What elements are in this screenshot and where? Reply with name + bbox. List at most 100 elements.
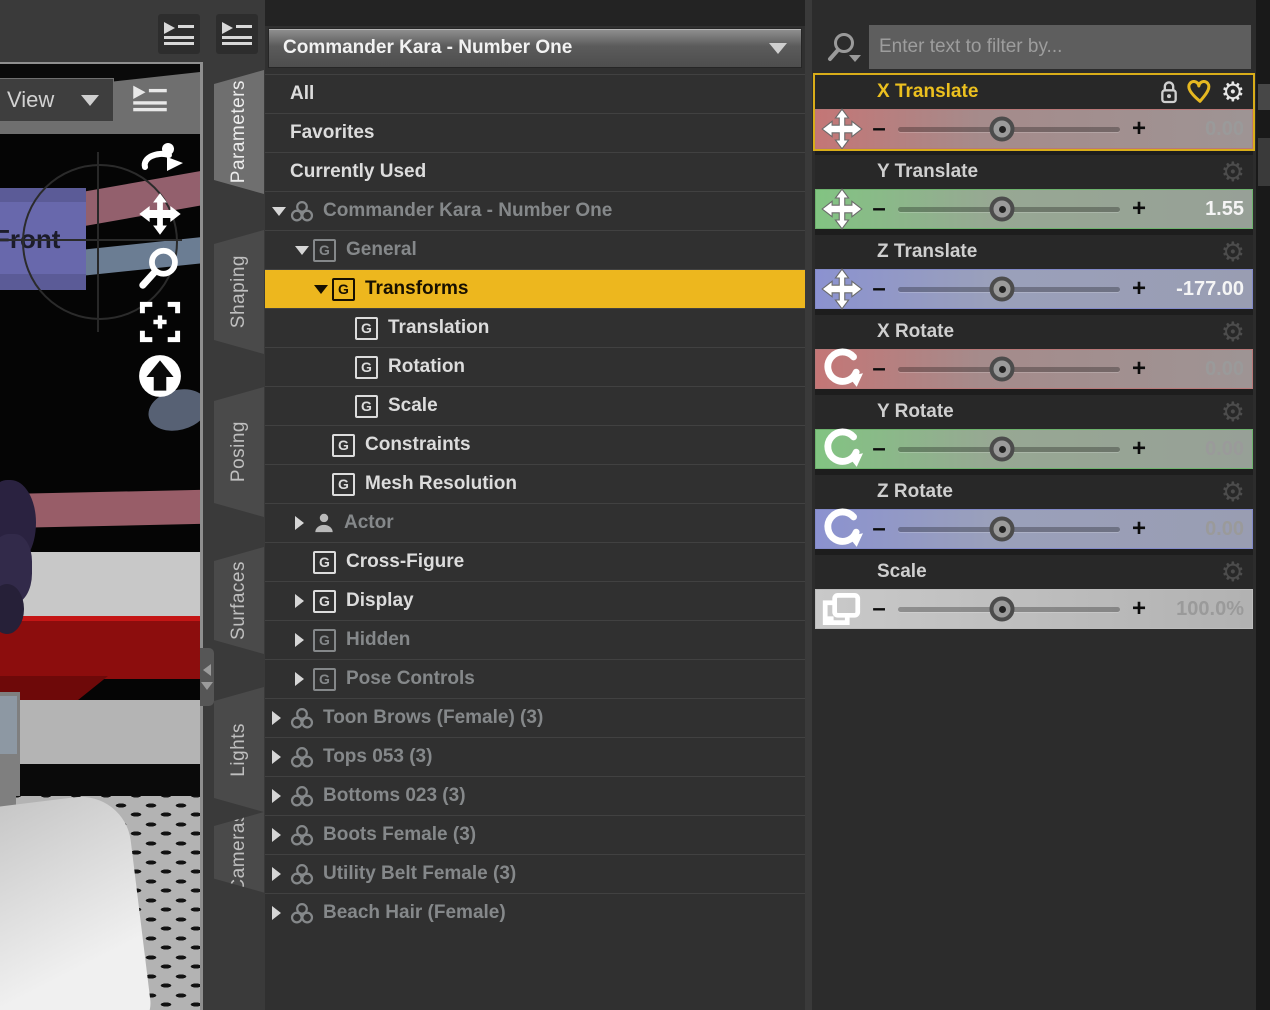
tree-row[interactable]: G Boots Female (3) — [265, 815, 805, 854]
decrement-button[interactable]: – — [868, 275, 890, 303]
pane-splitter-handle[interactable] — [200, 648, 214, 706]
slider-track[interactable] — [898, 516, 1120, 542]
expand-arrow-icon[interactable] — [295, 672, 313, 686]
expand-arrow-icon[interactable] — [272, 750, 290, 764]
parameter-value[interactable]: 0.00 — [1150, 118, 1252, 141]
tree-row[interactable]: G Currently Used — [265, 152, 805, 191]
pan-camera-icon[interactable] — [136, 190, 184, 238]
tree-row[interactable]: G Commander Kara - Number One — [265, 191, 805, 230]
expand-arrow-icon[interactable] — [272, 789, 290, 803]
slider-track[interactable] — [898, 276, 1120, 302]
tree-row[interactable]: G Translation — [265, 308, 805, 347]
expand-arrow-icon[interactable] — [295, 633, 313, 647]
tree-row[interactable]: G General — [265, 230, 805, 269]
increment-button[interactable]: + — [1128, 435, 1150, 463]
decrement-button[interactable]: – — [868, 435, 890, 463]
frame-object-icon[interactable] — [136, 298, 184, 346]
tree-row[interactable]: G Scale — [265, 386, 805, 425]
slider-handle[interactable] — [989, 356, 1015, 382]
slider-track[interactable] — [898, 356, 1120, 382]
decrement-button[interactable]: – — [868, 515, 890, 543]
favorite-heart-icon[interactable] — [1186, 80, 1214, 104]
parameter-value[interactable]: 1.55 — [1150, 198, 1252, 221]
filter-input[interactable] — [869, 25, 1251, 69]
slider-handle[interactable] — [989, 276, 1015, 302]
lock-icon[interactable] — [1159, 79, 1179, 105]
decrement-button[interactable]: – — [868, 355, 890, 383]
gear-icon[interactable]: ⚙ — [1221, 559, 1245, 586]
parameter-header[interactable]: Y Translate ⚙ — [815, 155, 1253, 189]
slider-track[interactable] — [898, 196, 1120, 222]
slider-handle[interactable] — [989, 436, 1015, 462]
tree-row[interactable]: G Constraints — [265, 425, 805, 464]
expand-arrow-icon[interactable] — [272, 867, 290, 881]
parameter-value[interactable]: 0.00 — [1150, 518, 1252, 541]
parameter-value[interactable]: 0.00 — [1150, 358, 1252, 381]
tree-row[interactable]: G Cross-Figure — [265, 542, 805, 581]
slider-track[interactable] — [898, 436, 1120, 462]
tree-row[interactable]: G Transforms — [265, 269, 805, 308]
pane-menu-button[interactable] — [216, 14, 258, 54]
pane-menu-button[interactable] — [158, 14, 200, 54]
increment-button[interactable]: + — [1128, 355, 1150, 383]
tree-row[interactable]: G Actor — [265, 503, 805, 542]
expand-arrow-icon[interactable] — [272, 828, 290, 842]
expand-arrow-icon[interactable] — [272, 711, 290, 725]
pane-tab[interactable]: Posing — [214, 387, 264, 517]
tree-row[interactable]: G Pose Controls — [265, 659, 805, 698]
parameter-value[interactable]: 100.0% — [1150, 598, 1252, 621]
pane-tab[interactable]: Lights — [214, 687, 264, 812]
tree-row[interactable]: G Toon Brows (Female) (3) — [265, 698, 805, 737]
parameter-header[interactable]: X Translate ⚙ — [815, 75, 1253, 109]
decrement-button[interactable]: – — [868, 195, 890, 223]
pane-tab[interactable]: Cameras — [214, 812, 264, 893]
expand-arrow-icon[interactable] — [295, 246, 313, 255]
node-selector-dropdown[interactable]: Commander Kara - Number One — [268, 28, 802, 68]
parameter-header[interactable]: Z Translate ⚙ — [815, 235, 1253, 269]
pane-tab[interactable]: Parameters — [214, 70, 264, 194]
tree-row[interactable]: G Tops 053 (3) — [265, 737, 805, 776]
view-selector-dropdown[interactable]: View — [0, 78, 114, 122]
decrement-button[interactable]: – — [868, 115, 890, 143]
tree-row[interactable]: G Utility Belt Female (3) — [265, 854, 805, 893]
expand-arrow-icon[interactable] — [272, 207, 290, 216]
parameter-header[interactable]: Scale ⚙ — [815, 555, 1253, 589]
gear-icon[interactable]: ⚙ — [1221, 319, 1245, 346]
expand-arrow-icon[interactable] — [295, 516, 313, 530]
slider-track[interactable] — [898, 116, 1120, 142]
parameter-header[interactable]: Y Rotate ⚙ — [815, 395, 1253, 429]
increment-button[interactable]: + — [1128, 195, 1150, 223]
slider-handle[interactable] — [989, 116, 1015, 142]
zoom-camera-icon[interactable] — [136, 244, 184, 292]
gear-icon[interactable]: ⚙ — [1221, 159, 1245, 186]
gear-icon[interactable]: ⚙ — [1221, 479, 1245, 506]
pane-tab[interactable]: Shaping — [214, 230, 264, 354]
tree-row[interactable]: G Bottoms 023 (3) — [265, 776, 805, 815]
tree-row[interactable]: G Mesh Resolution — [265, 464, 805, 503]
increment-button[interactable]: + — [1128, 595, 1150, 623]
orbit-camera-icon[interactable] — [136, 136, 184, 184]
increment-button[interactable]: + — [1128, 115, 1150, 143]
gear-icon[interactable]: ⚙ — [1221, 239, 1245, 266]
tree-row[interactable]: G Favorites — [265, 113, 805, 152]
filter-options-button[interactable] — [815, 30, 869, 64]
expand-arrow-icon[interactable] — [295, 594, 313, 608]
viewport-menu-button[interactable] — [128, 80, 172, 118]
slider-handle[interactable] — [989, 196, 1015, 222]
expand-arrow-icon[interactable] — [314, 285, 332, 294]
slider-track[interactable] — [898, 596, 1120, 622]
slider-handle[interactable] — [989, 596, 1015, 622]
parameter-header[interactable]: Z Rotate ⚙ — [815, 475, 1253, 509]
tree-row[interactable]: G Beach Hair (Female) — [265, 893, 805, 932]
tree-row[interactable]: G All — [265, 74, 805, 113]
aim-up-icon[interactable] — [136, 352, 184, 400]
expand-arrow-icon[interactable] — [272, 906, 290, 920]
tree-row[interactable]: G Hidden — [265, 620, 805, 659]
increment-button[interactable]: + — [1128, 515, 1150, 543]
parameter-value[interactable]: -177.00 — [1150, 278, 1252, 301]
decrement-button[interactable]: – — [868, 595, 890, 623]
tree-row[interactable]: G Display — [265, 581, 805, 620]
parameter-value[interactable]: 0.00 — [1150, 438, 1252, 461]
slider-handle[interactable] — [989, 516, 1015, 542]
viewport-pane[interactable]: Front View — [0, 62, 203, 1010]
